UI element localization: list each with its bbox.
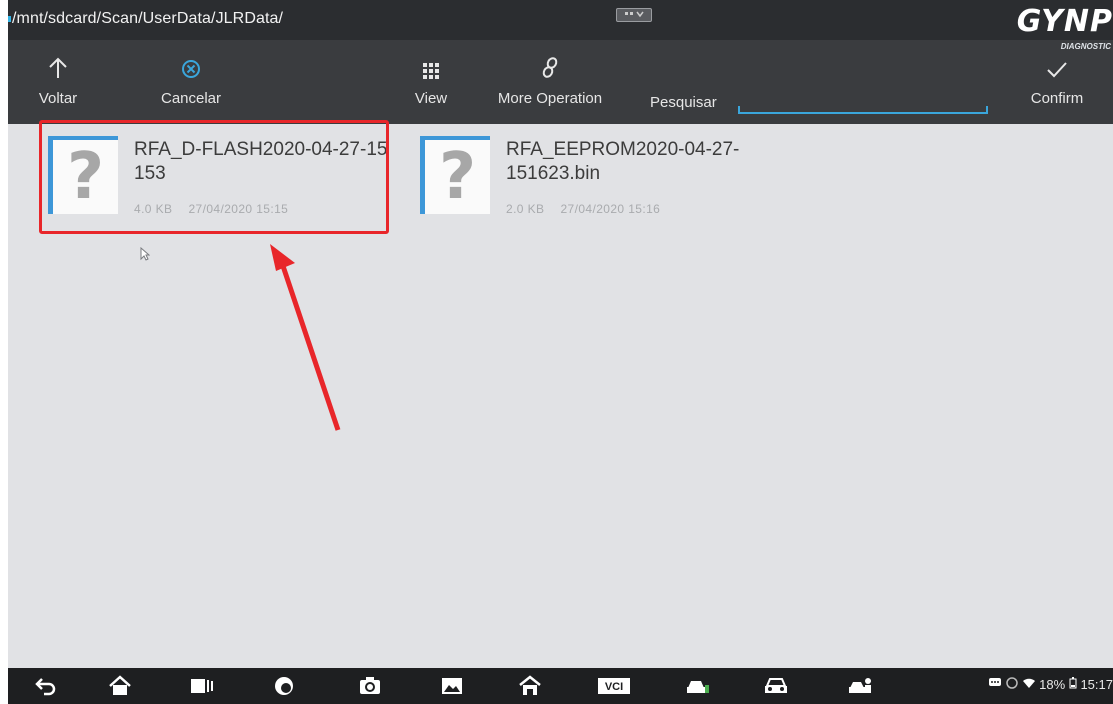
unknown-file-icon: ?: [48, 136, 118, 214]
brand-logo: GYNP DIAGNOSTIC: [1015, 0, 1113, 78]
file-date: 27/04/2020 15:16: [560, 202, 661, 216]
more-operation-button[interactable]: More Operation: [488, 40, 612, 124]
search-label: Pesquisar: [650, 94, 717, 111]
search-underline-left: [738, 106, 740, 114]
status-area: 18% 15:17: [988, 677, 1113, 692]
back-label: Voltar: [38, 90, 78, 107]
vci-icon[interactable]: VCI: [594, 672, 634, 700]
file-name: RFA_D-FLASH2020-04-27-15153: [134, 139, 388, 184]
file-grid: ? RFA_D-FLASH2020-04-27-15153 4.0 KB 27/0…: [8, 124, 1113, 668]
search-input[interactable]: [738, 92, 988, 114]
grid-icon: [422, 40, 440, 80]
file-size: 2.0 KB: [506, 202, 545, 216]
search-underline-right: [986, 106, 988, 114]
wifi-icon: [1022, 677, 1040, 692]
mouse-cursor-icon: [140, 246, 151, 264]
recent-apps-icon[interactable]: [186, 672, 218, 700]
path-bar: /mnt/sdcard/Scan/UserData/JLRData/: [8, 0, 1113, 40]
alarm-icon: [1006, 677, 1022, 692]
brand-subtitle: DIAGNOSTIC: [1060, 42, 1111, 51]
browser-icon[interactable]: [268, 672, 300, 700]
file-meta: 2.0 KB 27/04/2020 15:16: [506, 202, 660, 216]
unknown-file-icon: ?: [420, 136, 490, 214]
pull-down-handle[interactable]: [616, 8, 652, 22]
cancel-circle-icon: [180, 40, 202, 80]
file-browser-screen: /mnt/sdcard/Scan/UserData/JLRData/ Volta…: [8, 0, 1113, 704]
current-path: /mnt/sdcard/Scan/UserData/JLRData/: [12, 10, 284, 27]
more-operation-label: More Operation: [497, 90, 603, 107]
camera-icon[interactable]: [354, 672, 386, 700]
car-icon[interactable]: [760, 672, 792, 700]
view-button[interactable]: View: [404, 40, 458, 124]
battery-percent: 18%: [1039, 677, 1066, 692]
android-nav-bar: VCI 18% 15:17: [8, 668, 1113, 704]
home-icon[interactable]: [104, 672, 136, 700]
file-size: 4.0 KB: [134, 202, 173, 216]
file-name: RFA_EEPROM2020-04-27-151623.bin: [506, 139, 740, 184]
view-label: View: [414, 90, 448, 107]
car-diagnostic-icon[interactable]: [682, 672, 714, 700]
gallery-icon[interactable]: [436, 672, 468, 700]
link-icon: [540, 40, 560, 80]
back-icon[interactable]: [30, 672, 62, 700]
cancel-label: Cancelar: [160, 90, 222, 107]
svg-text:VCI: VCI: [605, 681, 623, 693]
cancel-button[interactable]: Cancelar: [146, 40, 236, 124]
arrow-up-icon: [47, 40, 69, 80]
path-indicator: [8, 16, 11, 22]
file-item[interactable]: ? RFA_D-FLASH2020-04-27-15153 4.0 KB 27/0…: [42, 130, 397, 242]
file-item[interactable]: ? RFA_EEPROM2020-04-27-151623.bin 2.0 KB…: [414, 130, 769, 242]
car-service-icon[interactable]: [844, 672, 876, 700]
battery-icon: [1069, 677, 1081, 692]
home-garage-icon[interactable]: [514, 672, 546, 700]
clock: 15:17: [1080, 677, 1113, 692]
toolbar: Voltar Cancelar View More Operation Pesq…: [8, 40, 1113, 124]
message-icon: [988, 677, 1006, 692]
confirm-label: Confirm: [1030, 90, 1084, 107]
brand-name: GYNP: [1016, 4, 1113, 39]
file-date: 27/04/2020 15:15: [188, 202, 289, 216]
back-button[interactable]: Voltar: [30, 40, 86, 124]
file-meta: 4.0 KB 27/04/2020 15:15: [134, 202, 288, 216]
